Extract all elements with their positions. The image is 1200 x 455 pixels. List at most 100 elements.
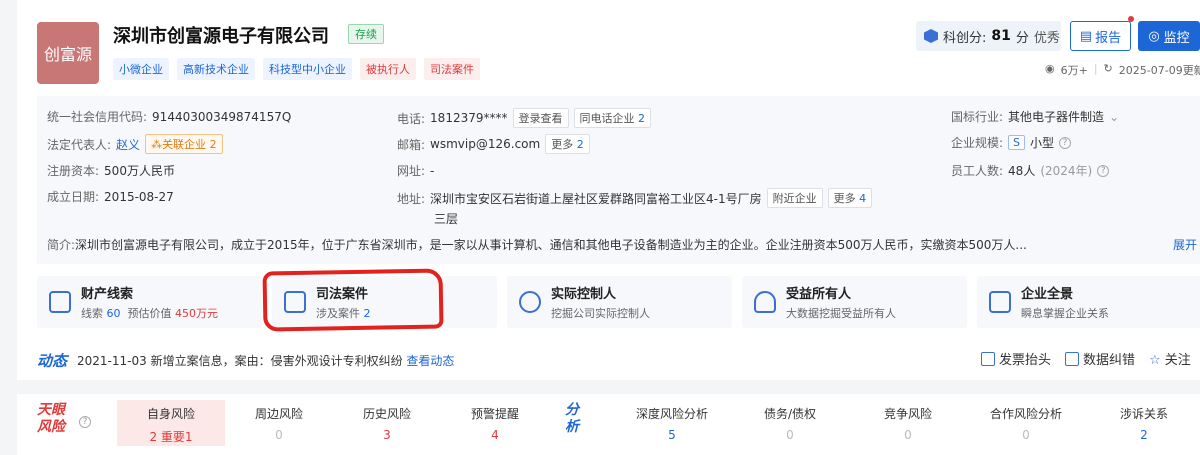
help-icon[interactable]: ? [1059, 136, 1072, 149]
tab-value: 0 [275, 428, 283, 442]
credit-code-label: 统一社会信用代码: [47, 110, 148, 124]
founded-row: 成立日期: 2015-08-27 [47, 188, 174, 205]
expand-link[interactable]: 展开 [1166, 236, 1197, 253]
tab-surrounding-risk[interactable]: 周边风险 0 [225, 400, 333, 446]
tab-competition-risk[interactable]: 竞争风险 0 [849, 400, 967, 446]
analysis-logo: 分 析 [565, 402, 579, 436]
estimate-value: 450万元 [175, 307, 218, 320]
company-name[interactable]: 深圳市创富源电子有限公司 [113, 22, 329, 48]
meta-divider: | [1093, 62, 1098, 75]
tab-deep-risk[interactable]: 深度风险分析 5 [613, 400, 731, 446]
website-value: - [430, 163, 435, 178]
feature-title: 受益所有人 [786, 287, 852, 302]
login-view-button[interactable]: 登录查看 [512, 108, 569, 128]
address-label: 地址: [397, 191, 426, 206]
company-description: 简介:深圳市创富源电子有限公司，成立于2015年，位于广东省深圳市，是一家以从事… [47, 236, 1197, 253]
same-phone-chip[interactable]: 同电话企业 2 [573, 108, 651, 128]
feature-judicial-cases[interactable]: 司法案件 涉及案件 2 [272, 276, 497, 328]
address-line2: 三层 [434, 212, 459, 226]
tab-label: 竞争风险 [883, 407, 932, 421]
tab-label: 预警提醒 [470, 407, 519, 421]
tag-high-tech[interactable]: 高新技术企业 [177, 58, 255, 80]
feature-actual-controller[interactable]: 实际控制人 挖掘公司实际控制人 [507, 276, 732, 328]
industry-label: 国标行业: [951, 110, 1004, 124]
monitor-button[interactable]: ◎ 监控 [1138, 21, 1200, 51]
tab-value: 4 [491, 428, 499, 442]
location-pin-icon: ◎ [1148, 28, 1160, 44]
tab-history-risk[interactable]: 历史风险 3 [333, 400, 441, 446]
address-more-count: 4 [859, 192, 867, 205]
notification-dot [1128, 16, 1134, 22]
help-icon[interactable]: ? [1097, 164, 1110, 177]
email-more-label: 更多 [551, 138, 574, 151]
phone-label: 电话: [397, 111, 426, 126]
feature-enterprise-panorama[interactable]: 企业全景 瞬息掌握企业关系 [977, 276, 1200, 328]
tech-score[interactable]: 科创分: 81 分 优秀 [916, 21, 1061, 51]
follow-button[interactable]: ☆ 关注 [1149, 349, 1191, 368]
data-correction-button[interactable]: 数据纠错 [1065, 349, 1135, 368]
email-value[interactable]: wsmvip@126.com [430, 137, 540, 151]
credit-code-row: 统一社会信用代码: 91440300349874157Q [47, 108, 291, 125]
tianyan-risk-logo: 天眼 风险 [37, 402, 65, 436]
report-label: 报告 [1095, 30, 1122, 46]
nearby-company-button[interactable]: 附近企业 [766, 188, 823, 208]
tab-self-risk[interactable]: 自身风险 2 重要1 [117, 400, 225, 446]
related-company-chip[interactable]: ⁂关联企业 2 [145, 134, 223, 154]
address-more-chip[interactable]: 更多 4 [827, 188, 873, 208]
phone-value: 1812379**** [430, 111, 508, 125]
clue-label: 线索 [81, 307, 103, 320]
same-phone-label: 同电话企业 [579, 112, 635, 125]
same-phone-count: 2 [638, 112, 645, 125]
email-more-count: 2 [576, 138, 584, 151]
score-icon [924, 29, 938, 43]
eye-icon: ◉ [1045, 62, 1055, 75]
website-row: 网址: - [397, 162, 434, 179]
score-value: 81 [991, 28, 1011, 44]
tag-list: 小微企业 高新技术企业 科技型中小企业 被执行人 司法案件 [113, 58, 480, 80]
tab-litigation[interactable]: 涉诉关系 2 [1085, 400, 1200, 446]
tag-small-micro[interactable]: 小微企业 [113, 58, 169, 80]
desc-text: 深圳市创富源电子有限公司，成立于2015年，位于广东省深圳市，是一家以从事计算机… [75, 238, 1027, 252]
email-label: 邮箱: [397, 137, 426, 152]
address-row: 地址: 深圳市宝安区石岩街道上屋社区爱群路同富裕工业区4-1号厂房 附近企业 更… [397, 188, 873, 208]
analysis-logo-line2: 析 [565, 419, 579, 435]
feature-property-clues[interactable]: 财产线索 线索 60 预估价值 450万元 [37, 276, 262, 328]
industry-value[interactable]: 其他电子器件制造 [1008, 108, 1104, 125]
related-company-label: 关联企业 [162, 138, 207, 151]
report-icon: ▤ [1079, 28, 1093, 44]
score-label: 科创分: [943, 30, 987, 46]
email-more-chip[interactable]: 更多 2 [545, 134, 590, 154]
correction-label: 数据纠错 [1083, 353, 1136, 368]
staff-row: 员工人数: 48人 (2024年) ? [951, 162, 1110, 179]
risk-panel: 天眼 风险 ? 自身风险 2 重要1 周边风险 0 历史风险 3 预警提醒 4 … [17, 394, 1200, 455]
report-button[interactable]: ▤ 报告 [1070, 21, 1131, 51]
tab-value: 0 [1022, 428, 1030, 442]
desc-label: 简介: [47, 238, 76, 252]
company-logo: 创富源 [37, 22, 99, 84]
tab-cooperation-risk[interactable]: 合作风险分析 0 [967, 400, 1085, 446]
view-dynamic-link[interactable]: 查看动态 [406, 352, 454, 369]
feature-beneficial-owner[interactable]: 受益所有人 大数据挖掘受益所有人 [742, 276, 967, 328]
credit-code-value[interactable]: 91440300349874157Q [152, 110, 291, 124]
invoice-title-button[interactable]: 发票抬头 [981, 349, 1051, 368]
tag-executed[interactable]: 被执行人 [360, 58, 416, 80]
tag-tech-sme[interactable]: 科技型中小企业 [263, 58, 352, 80]
case-count: 2 [363, 307, 371, 320]
clue-count: 60 [106, 307, 121, 320]
help-icon[interactable]: ? [79, 416, 91, 428]
phone-row: 电话: 1812379**** 登录查看 同电话企业 2 [397, 108, 651, 128]
score-level: 优秀 [1033, 30, 1060, 46]
tab-debt[interactable]: 债务/债权 0 [731, 400, 849, 446]
legal-rep-link[interactable]: 赵义 [116, 136, 140, 153]
tag-judicial[interactable]: 司法案件 [424, 58, 480, 80]
chevron-down-icon[interactable]: ⌄ [1109, 110, 1119, 124]
tab-warning[interactable]: 预警提醒 4 [441, 400, 549, 446]
scale-value: 小型 [1030, 136, 1055, 150]
address-value[interactable]: 深圳市宝安区石岩街道上屋社区爱群路同富裕工业区4-1号厂房 [430, 190, 762, 207]
refresh-icon[interactable]: ↻ [1104, 62, 1113, 78]
tab-label: 合作风险分析 [989, 407, 1062, 421]
risk-tabs: 自身风险 2 重要1 周边风险 0 历史风险 3 预警提醒 4 [117, 400, 549, 446]
analysis-logo-line1: 分 [565, 402, 579, 418]
tab-value: 2 [149, 430, 158, 444]
tab-label: 深度风险分析 [635, 407, 708, 421]
